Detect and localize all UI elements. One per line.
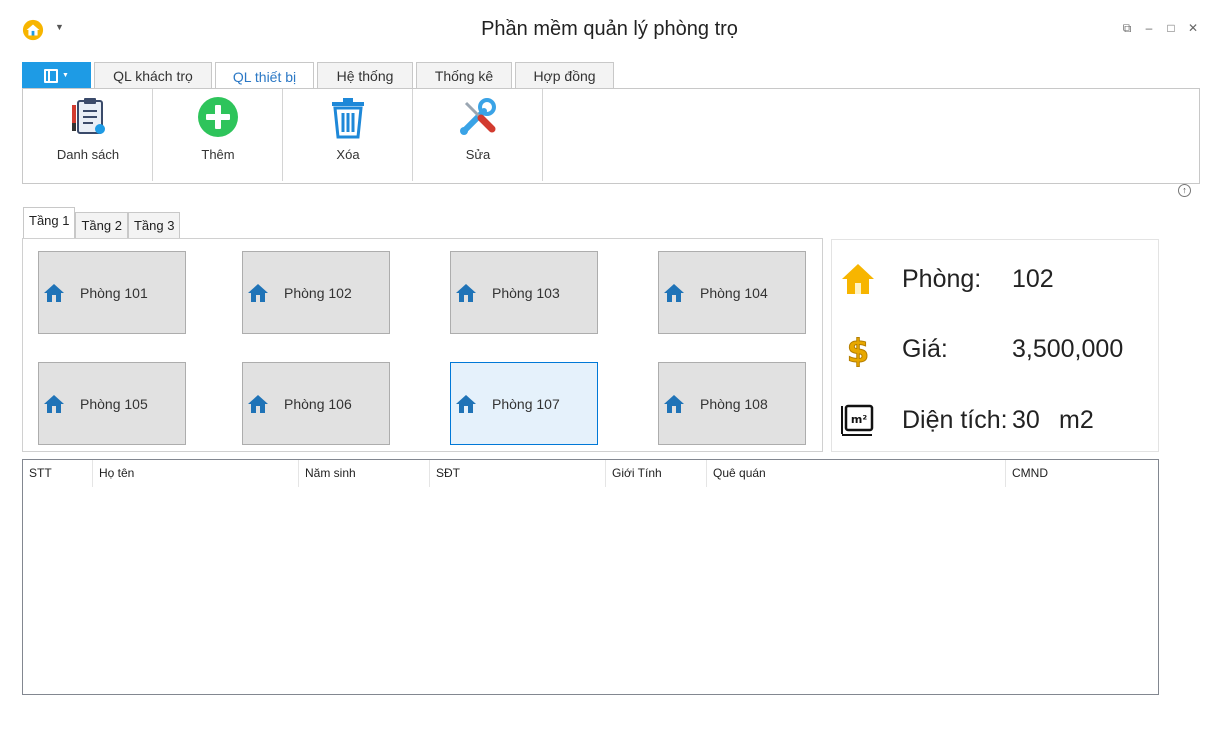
danh-sach-label: Danh sách [56, 147, 120, 162]
column-header-stt[interactable]: STT [23, 460, 93, 487]
title-bar: ▼ Phần mềm quản lý phòng trọ ⧉ – □ ✕ [0, 0, 1219, 62]
minimize-icon[interactable]: – [1143, 22, 1155, 34]
xoa-label: Xóa [336, 147, 360, 162]
price-value: 3,500,000 [1012, 335, 1124, 363]
room-label: Phòng: [902, 265, 982, 293]
trash-icon [332, 98, 364, 139]
column-header-sdt[interactable]: SĐT [430, 460, 606, 487]
room-label: Phòng 105 [80, 395, 148, 412]
collapse-ribbon-button[interactable]: ↑ [1178, 184, 1191, 197]
wrench-screwdriver-icon [460, 98, 496, 135]
room-label: Phòng 104 [700, 284, 768, 301]
house-icon [842, 264, 874, 294]
room-info-panel: Phòng: 102 $ Giá: 3,500,000 m² Diện tích… [831, 239, 1159, 452]
them-label: Thêm [201, 147, 235, 162]
tab-tang-3[interactable]: Tầng 3 [127, 212, 181, 238]
sua-label: Sửa [465, 147, 491, 162]
clipboard-tools-icon [72, 98, 105, 134]
window-title: Phần mềm quản lý phòng trọ [481, 18, 738, 40]
dollar-icon: $ [846, 332, 869, 368]
tenant-grid[interactable]: STT Họ tên Năm sinh SĐT Giới Tính Quê qu… [22, 459, 1159, 695]
app-menu-button[interactable]: ▼ [22, 62, 91, 89]
column-header-que-quan[interactable]: Quê quán [707, 460, 1006, 487]
close-icon[interactable]: ✕ [1187, 22, 1199, 34]
chevron-down-icon: ▼ [62, 72, 69, 79]
area-value: 30 [1012, 406, 1040, 434]
maximize-icon[interactable]: □ [1165, 22, 1177, 34]
house-icon [44, 283, 64, 302]
info-area-row: m² Diện tích: 30 m2 [832, 400, 1160, 440]
house-icon [664, 283, 684, 302]
info-price-row: $ Giá: 3,500,000 [832, 329, 1160, 369]
them-button[interactable]: Thêm [154, 93, 282, 173]
ribbon-tabs: ▼ QL khách trọ QL thiết bị Hệ thống Thốn… [22, 62, 614, 90]
room-label: Phòng 107 [492, 395, 560, 412]
area-label: Diện tích: [902, 406, 1008, 434]
tab-thong-ke[interactable]: Thống kê [416, 62, 512, 89]
room-104[interactable]: Phòng 104 [658, 251, 806, 334]
room-106[interactable]: Phòng 106 [242, 362, 390, 445]
plus-circle-icon [198, 97, 238, 137]
price-label: Giá: [902, 335, 948, 363]
tab-he-thong[interactable]: Hệ thống [317, 62, 413, 89]
column-header-cmnd[interactable]: CMND [1006, 460, 1158, 487]
svg-text:m²: m² [851, 413, 867, 426]
room-label: Phòng 101 [80, 284, 148, 301]
column-header-ho-ten[interactable]: Họ tên [93, 460, 299, 487]
info-room-row: Phòng: 102 [832, 259, 1160, 299]
house-icon [248, 394, 268, 413]
tab-hop-dong[interactable]: Hợp đồng [515, 62, 614, 89]
svg-text:$: $ [847, 332, 869, 367]
house-icon [248, 283, 268, 302]
column-header-gioi-tinh[interactable]: Giới Tính [606, 460, 707, 487]
tab-tang-2[interactable]: Tầng 2 [75, 212, 128, 238]
tab-ql-thiet-bi[interactable]: QL thiết bị [215, 62, 314, 90]
room-label: Phòng 106 [284, 395, 352, 412]
room-108[interactable]: Phòng 108 [658, 362, 806, 445]
room-103[interactable]: Phòng 103 [450, 251, 598, 334]
room-value: 102 [1012, 265, 1054, 293]
rooms-panel: Phòng 101 Phòng 102 Phòng 103 Phòng 104 … [22, 238, 823, 452]
house-icon [456, 394, 476, 413]
xoa-button[interactable]: Xóa [284, 93, 412, 173]
area-unit: m2 [1059, 406, 1094, 434]
restore-icon[interactable]: ⧉ [1121, 22, 1133, 34]
area-m2-icon: m² [841, 404, 874, 436]
room-label: Phòng 108 [700, 395, 768, 412]
floor-tabs: Tầng 1 Tầng 2 Tầng 3 [23, 207, 181, 238]
room-107[interactable]: Phòng 107 [450, 362, 598, 445]
sua-button[interactable]: Sửa [414, 93, 542, 173]
room-102[interactable]: Phòng 102 [242, 251, 390, 334]
house-icon [456, 283, 476, 302]
danh-sach-button[interactable]: Danh sách [24, 93, 152, 173]
column-header-nam-sinh[interactable]: Năm sinh [299, 460, 430, 487]
ribbon-panel: Danh sách Thêm Xóa Sửa [22, 88, 1200, 184]
house-icon [44, 394, 64, 413]
tab-tang-1[interactable]: Tầng 1 [23, 207, 76, 238]
room-label: Phòng 102 [284, 284, 352, 301]
house-icon [664, 394, 684, 413]
book-icon [44, 68, 59, 83]
grid-header: STT Họ tên Năm sinh SĐT Giới Tính Quê qu… [23, 460, 1158, 488]
tab-ql-khach-tro[interactable]: QL khách trọ [94, 62, 212, 89]
room-label: Phòng 103 [492, 284, 560, 301]
room-101[interactable]: Phòng 101 [38, 251, 186, 334]
room-105[interactable]: Phòng 105 [38, 362, 186, 445]
